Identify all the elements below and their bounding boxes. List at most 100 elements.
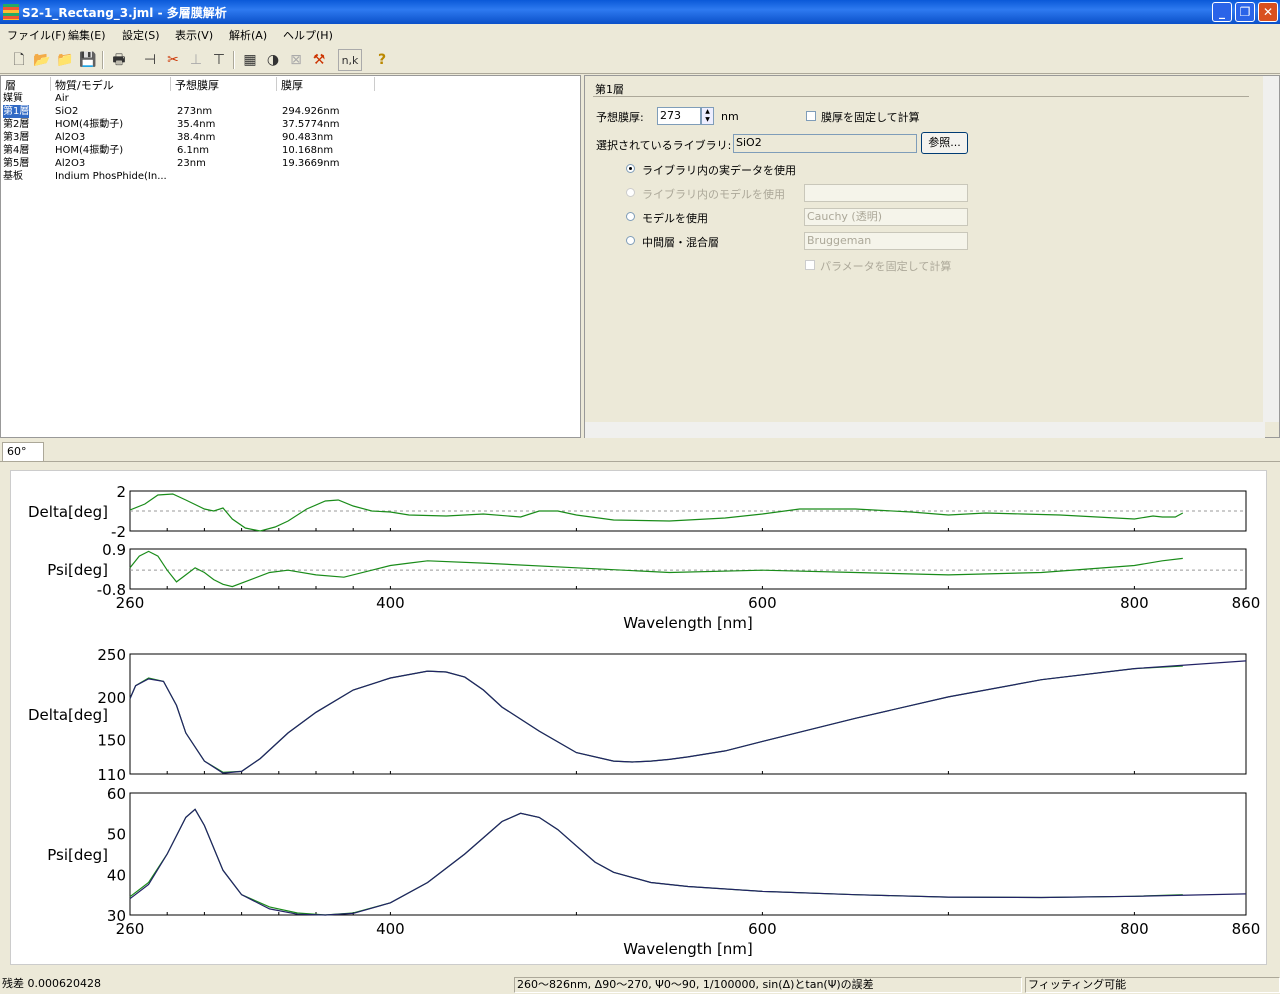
- model-select[interactable]: Cauchy (透明): [804, 208, 968, 226]
- layer-material-cell: HOM(4振動子): [55, 119, 124, 130]
- layer-row[interactable]: 第1層 SiO2 273nm 294.926nm: [1, 105, 581, 118]
- menu-file[interactable]: ファイル(F): [7, 27, 66, 43]
- x-tick-label: 260: [116, 594, 145, 612]
- y-tick-label: 60: [107, 785, 126, 803]
- fix-params-checkbox[interactable]: [805, 260, 815, 270]
- layer-down-icon[interactable]: ⊤: [208, 49, 230, 71]
- layer-layer-cell: 基板: [3, 171, 23, 182]
- menu-bar: ファイル(F) 編集(E) 設定(S) 表示(V) 解析(A) ヘルプ(H): [0, 24, 1280, 44]
- radio-library-data[interactable]: [626, 164, 635, 173]
- layer-layer-cell: 媒質: [3, 93, 23, 104]
- radio-model-label: モデルを使用: [642, 212, 708, 225]
- layer-thickness-cell: 19.3669nm: [282, 158, 340, 169]
- menu-analysis[interactable]: 解析(A): [229, 27, 267, 43]
- layer-layer-cell: 第3層: [3, 132, 30, 143]
- layer-insert-icon[interactable]: ⊣: [139, 49, 161, 71]
- thickness-spinner[interactable]: ▲ ▼: [701, 107, 714, 125]
- layer-row[interactable]: 第4層 HOM(4振動子) 6.1nm 10.168nm: [1, 144, 581, 157]
- group-title: 第1層: [595, 83, 624, 96]
- layer-layer-cell: 第2層: [3, 119, 30, 130]
- plot-frame: [129, 548, 1247, 590]
- col-header-expected[interactable]: 予想膜厚: [171, 77, 277, 92]
- layer-add-icon[interactable]: ⊥: [185, 49, 207, 71]
- menu-view[interactable]: 表示(V): [175, 27, 213, 43]
- layer-thickness-cell: 10.168nm: [282, 145, 334, 156]
- residual-status: 残差 0.000620428: [2, 977, 101, 990]
- layer-list[interactable]: 層 物質/モデル 予想膜厚 膜厚 媒質 Air 第1層 SiO2 273nm 294.92…: [0, 75, 581, 438]
- x-tick-label: 600: [748, 920, 777, 938]
- app-icon[interactable]: [3, 4, 19, 20]
- col-header-thickness[interactable]: 膜厚: [277, 77, 375, 92]
- horizontal-scrollbar[interactable]: [585, 422, 1265, 438]
- fix-thickness-checkbox[interactable]: [806, 111, 816, 121]
- layer-layer-cell: 第1層: [3, 105, 30, 118]
- menu-help[interactable]: ヘルプ(H): [283, 27, 333, 43]
- window-title: S2-1_Rectang_3.jml - 多層膜解析: [22, 6, 227, 20]
- tools-icon[interactable]: ⚒: [308, 49, 330, 71]
- fit-icon[interactable]: ◑: [262, 49, 284, 71]
- x-tick-label: 860: [1232, 920, 1261, 938]
- print-icon[interactable]: 🖶: [108, 49, 130, 71]
- y-axis-label: Psi[deg]: [47, 561, 108, 579]
- x-tick-label: 860: [1232, 594, 1261, 612]
- close-icon[interactable]: ✕: [1258, 2, 1278, 22]
- x-tick-label: 400: [376, 920, 405, 938]
- y-tick-label: 2: [116, 483, 126, 501]
- fit-range-status: 260～826nm, Δ90～270, Ψ0～90, 1/100000, sin…: [514, 977, 1022, 993]
- layer-row[interactable]: 第3層 Al2O3 38.4nm 90.483nm: [1, 131, 581, 144]
- layer-row[interactable]: 媒質 Air: [1, 92, 581, 105]
- new-file-icon[interactable]: 🗋: [8, 49, 30, 71]
- col-header-material[interactable]: 物質/モデル: [51, 77, 171, 92]
- menu-settings[interactable]: 設定(S): [122, 27, 160, 43]
- layer-thickness-cell: 90.483nm: [282, 132, 334, 143]
- expected-thickness-input[interactable]: 273: [657, 107, 701, 125]
- help-icon[interactable]: ?: [371, 49, 393, 71]
- browse-button[interactable]: 参照...: [921, 132, 968, 154]
- y-tick-label: 250: [97, 646, 126, 664]
- library-model-select[interactable]: [804, 184, 968, 202]
- open-recent-icon[interactable]: 📁: [54, 49, 76, 71]
- nk-button[interactable]: n,k: [338, 49, 362, 71]
- save-icon[interactable]: 💾: [77, 49, 99, 71]
- layer-expected-cell: 273nm: [177, 106, 213, 117]
- unit-label: nm: [721, 110, 739, 123]
- tab-60deg[interactable]: 60°: [2, 442, 44, 461]
- y-tick-label: 0.9: [102, 541, 126, 559]
- layer-row[interactable]: 第5層 Al2O3 23nm 19.3669nm: [1, 157, 581, 170]
- layer-material-cell: Al2O3: [55, 158, 86, 169]
- layer-material-cell: HOM(4振動子): [55, 145, 124, 156]
- open-folder-icon[interactable]: 📂: [31, 49, 53, 71]
- y-tick-label: 150: [97, 732, 126, 750]
- layer-expected-cell: 23nm: [177, 158, 206, 169]
- radio-library-model[interactable]: [626, 188, 635, 197]
- x-tick-label: 260: [116, 920, 145, 938]
- layer-row[interactable]: 第2層 HOM(4振動子) 35.4nm 37.5774nm: [1, 118, 581, 131]
- layer-material-cell: Indium PhosPhide(In...: [55, 171, 167, 182]
- minimize-icon[interactable]: _: [1212, 2, 1232, 22]
- menu-edit[interactable]: 編集(E): [68, 27, 106, 43]
- calculator-icon[interactable]: ▦: [239, 49, 261, 71]
- status-bar: 残差 0.000620428 260～826nm, Δ90～270, Ψ0～90…: [0, 975, 1280, 994]
- radio-model[interactable]: [626, 212, 635, 221]
- col-header-layer[interactable]: 層: [1, 77, 51, 92]
- radio-library-data-label: ライブラリ内の実データを使用: [642, 164, 796, 177]
- layer-cut-icon[interactable]: ✂: [162, 49, 184, 71]
- y-axis-label: Psi[deg]: [47, 846, 108, 864]
- x-tick-label: 800: [1120, 594, 1149, 612]
- radio-mixed-layer-label: 中間層・混合層: [642, 236, 719, 249]
- stop-icon[interactable]: ⊠: [285, 49, 307, 71]
- x-axis-label: Wavelength [nm]: [623, 940, 753, 958]
- layer-expected-cell: 6.1nm: [177, 145, 209, 156]
- layer-expected-cell: 38.4nm: [177, 132, 216, 143]
- mixed-model-select[interactable]: Bruggeman: [804, 232, 968, 250]
- vertical-scrollbar[interactable]: [1263, 76, 1279, 422]
- y-tick-label: 110: [97, 766, 126, 784]
- charts-svg: 2-2Delta[deg]0.9-0.8Psi[deg]260 400 600 800…: [28, 483, 1261, 958]
- radio-mixed-layer[interactable]: [626, 236, 635, 245]
- restore-icon[interactable]: ❐: [1235, 2, 1255, 22]
- fix-params-label: パラメータを固定して計算: [820, 260, 952, 273]
- fit-state-status: フィッティング可能: [1025, 977, 1280, 993]
- x-tick-label: 400: [376, 594, 405, 612]
- layer-row[interactable]: 基板 Indium PhosPhide(In...: [1, 170, 581, 183]
- fix-thickness-label: 膜厚を固定して計算: [821, 111, 920, 124]
